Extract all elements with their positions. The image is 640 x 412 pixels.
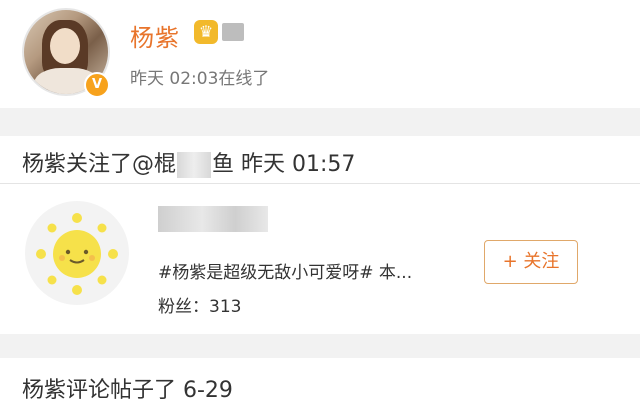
activity-follow-row[interactable]: 杨紫关注了@棍 鱼 昨天 01:57 (0, 136, 640, 184)
card-fans-count: 粉丝：313 (158, 297, 242, 317)
online-status: 昨天 02:03在线了 (130, 69, 270, 89)
avatar-face (50, 28, 80, 64)
activity-comment-row[interactable]: 杨紫评论帖子了 6-29 (0, 358, 640, 412)
activity-follow-prefix: 杨紫关注了@棍 (22, 152, 177, 177)
blurred-card-title (158, 206, 268, 232)
verified-icon: V (84, 72, 110, 98)
activity-follow-text: 杨紫关注了@棍 鱼 昨天 01:57 (22, 146, 355, 178)
sun-avatar-icon[interactable] (22, 198, 132, 308)
followed-user-card[interactable]: #杨紫是超级无敌小可爱呀# 本... 粉丝：313 + 关注 (0, 184, 640, 334)
profile-name[interactable]: 杨紫 (130, 18, 180, 53)
section-divider (0, 108, 640, 136)
blurred-username (177, 152, 212, 178)
card-description: #杨紫是超级无敌小可爱呀# 本... (158, 263, 413, 283)
profile-header: V 杨紫 ♛ 昨天 02:03在线了 (0, 0, 640, 108)
crown-icon: ♛ (194, 20, 218, 44)
member-grade-icon (222, 23, 244, 41)
follow-button[interactable]: + 关注 (484, 240, 578, 284)
section-divider (0, 334, 640, 358)
avatar[interactable]: V (22, 8, 110, 98)
activity-comment-text: 杨紫评论帖子了 6-29 (22, 378, 233, 403)
activity-follow-suffix: 鱼 昨天 01:57 (212, 152, 356, 177)
